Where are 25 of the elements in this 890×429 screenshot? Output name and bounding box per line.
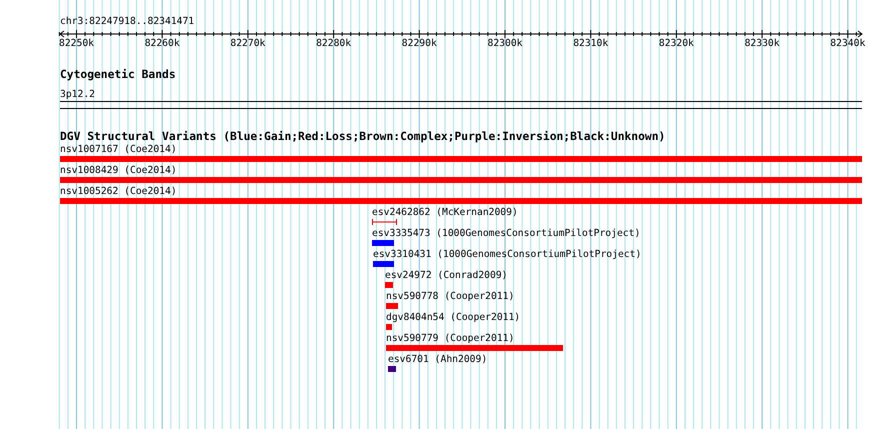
feature-label: esv6701 (Ahn2009) (388, 354, 488, 365)
tick-label: 82270k (230, 38, 266, 49)
feature-label: dgv8404n54 (Cooper2011) (386, 312, 520, 323)
feature-label: esv2462862 (McKernan2009) (372, 207, 518, 218)
feature-label: nsv1005262 (Coe2014) (60, 186, 177, 197)
tick-label: 82310k (573, 38, 608, 49)
tick-label: 82320k (658, 38, 694, 49)
tick-label: 82300k (488, 38, 522, 49)
feature-label: nsv590779 (Cooper2011) (386, 333, 514, 344)
region-title: chr3:82247918..82341471 (60, 15, 194, 28)
feature-label: nsv1008429 (Coe2014) (60, 165, 177, 176)
tick-label: 82340k (830, 38, 866, 49)
feature-label: nsv590778 (Cooper2011) (386, 291, 514, 302)
feature-label: esv3310431 (1000GenomesConsortiumPilotProject) (373, 249, 642, 260)
feature-label: esv24972 (Conrad2009) (385, 270, 508, 281)
feature-label: nsv1007167 (Coe2014) (60, 144, 177, 155)
tick-label: 82290k (402, 38, 437, 49)
tick-label: 82330k (744, 38, 780, 49)
track-title: Cytogenetic Bands (60, 68, 176, 81)
band-label: 3p12.2 (60, 89, 95, 101)
tick-label: 82280k (316, 38, 352, 49)
tick-label: 82250k (59, 38, 94, 49)
tick-label: 82260k (144, 38, 180, 49)
track-title: DGV Structural Variants (Blue:Gain;Red:Loss;Brown:Complex;Purple:Inversion;Black:Unknown) (60, 130, 666, 143)
feature-label: esv3335473 (1000GenomesConsortiumPilotProject) (372, 228, 640, 239)
